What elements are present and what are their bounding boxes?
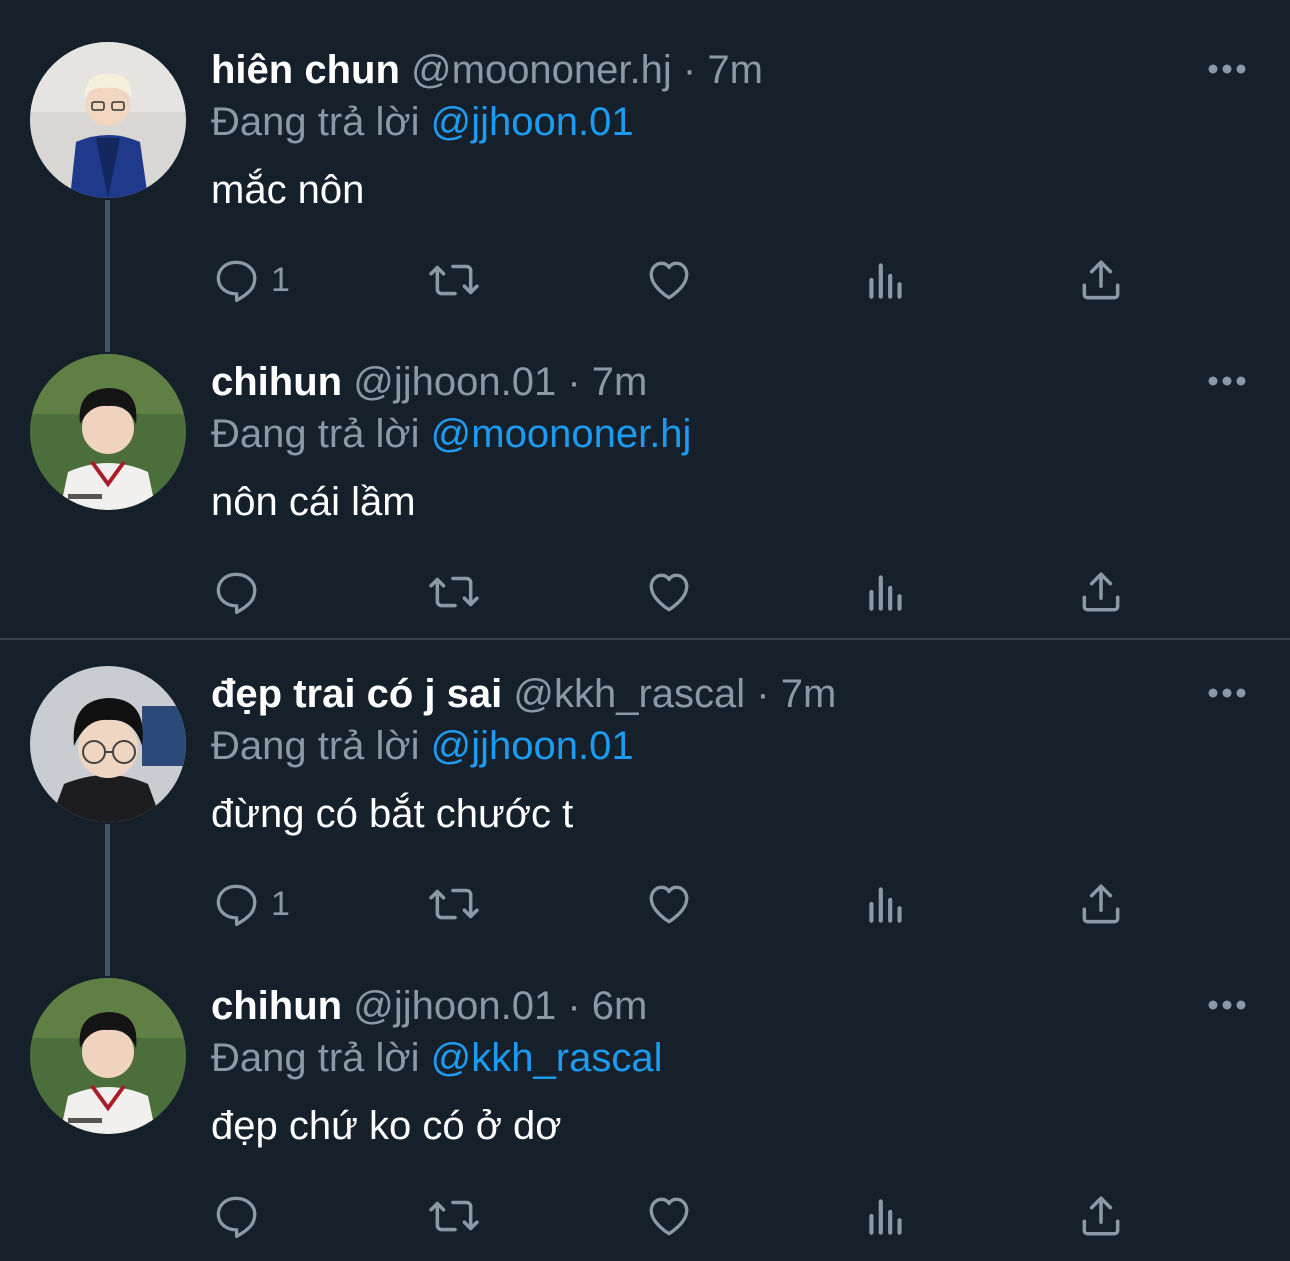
replying-label: Đang trả lời — [211, 724, 420, 768]
like-button[interactable] — [644, 1186, 694, 1246]
display-name[interactable]: chihun — [211, 360, 342, 404]
tweet-text: đẹp chứ ko có ở dơ — [211, 1104, 562, 1148]
avatar[interactable] — [30, 354, 186, 510]
action-bar — [211, 1186, 1211, 1246]
reply-button[interactable]: 1 — [211, 250, 290, 310]
separator-dot: · — [682, 48, 697, 92]
reply-thread-feed: hiên chun @moononer.hj · 7m Đang trả lời… — [0, 0, 1290, 1261]
timestamp[interactable]: 7m — [592, 360, 648, 404]
retweet-icon — [429, 1200, 479, 1232]
tweet[interactable]: hiên chun @moononer.hj · 7m Đang trả lời… — [0, 0, 1290, 352]
separator-dot: · — [756, 672, 770, 716]
display-name[interactable]: chihun — [211, 984, 342, 1028]
views-button[interactable] — [861, 250, 911, 310]
heart-icon — [649, 573, 689, 612]
share-button[interactable] — [1076, 1186, 1126, 1246]
views-button[interactable] — [861, 1186, 911, 1246]
like-button[interactable] — [644, 250, 694, 310]
avatar[interactable] — [30, 666, 186, 822]
action-bar — [211, 562, 1211, 622]
more-options-button[interactable] — [1204, 678, 1250, 708]
replying-label: Đang trả lời — [211, 100, 420, 144]
tweet[interactable]: đẹp trai có j sai @kkh_rascal · 7m Đang … — [0, 624, 1290, 976]
user-handle[interactable]: @jjhoon.01 — [353, 984, 556, 1028]
mention-link[interactable]: @jjhoon.01 — [431, 100, 634, 144]
heart-icon — [649, 885, 689, 924]
timestamp[interactable]: 7m — [781, 672, 837, 716]
views-chart-icon — [869, 575, 902, 611]
more-options-button[interactable] — [1204, 54, 1250, 84]
replying-to-line: Đang trả lời @kkh_rascal — [211, 1032, 662, 1084]
like-button[interactable] — [644, 562, 694, 622]
action-bar: 1 — [211, 874, 1211, 934]
share-button[interactable] — [1076, 562, 1126, 622]
reply-button[interactable] — [211, 562, 271, 622]
views-button[interactable] — [861, 874, 911, 934]
mention-link[interactable]: @moononer.hj — [431, 412, 692, 456]
action-bar: 1 — [211, 250, 1211, 310]
share-button[interactable] — [1076, 250, 1126, 310]
retweet-icon — [429, 888, 479, 920]
reply-icon — [216, 260, 257, 303]
reply-button[interactable]: 1 — [211, 874, 290, 934]
tweet[interactable]: chihun @jjhoon.01 · 7m Đang trả lời @moo… — [0, 312, 1290, 624]
retweet-button[interactable] — [426, 874, 482, 934]
replying-label: Đang trả lời — [211, 412, 420, 456]
more-options-button[interactable] — [1204, 366, 1250, 396]
avatar[interactable] — [30, 978, 186, 1134]
tweet-header: chihun @jjhoon.01 · 7m — [211, 356, 647, 408]
tweet-header: đẹp trai có j sai @kkh_rascal · 7m — [211, 668, 836, 720]
display-name[interactable]: hiên chun — [211, 48, 400, 92]
retweet-button[interactable] — [426, 250, 482, 310]
reply-icon — [216, 884, 257, 927]
heart-icon — [649, 1197, 689, 1236]
views-chart-icon — [869, 887, 902, 923]
views-button[interactable] — [861, 562, 911, 622]
reply-icon — [216, 572, 257, 615]
display-name[interactable]: đẹp trai có j sai — [211, 672, 502, 716]
separator-dot: · — [567, 984, 581, 1028]
mention-link[interactable]: @kkh_rascal — [431, 1036, 663, 1080]
user-handle[interactable]: @kkh_rascal — [513, 672, 745, 716]
retweet-button[interactable] — [426, 1186, 482, 1246]
more-options-button[interactable] — [1204, 990, 1250, 1020]
tweet[interactable]: chihun @jjhoon.01 · 6m Đang trả lời @kkh… — [0, 936, 1290, 1248]
more-dots-icon — [1208, 688, 1246, 698]
heart-icon — [649, 261, 689, 300]
reply-button[interactable] — [211, 1186, 271, 1246]
share-icon — [1082, 260, 1120, 300]
user-handle[interactable]: @jjhoon.01 — [353, 360, 556, 404]
replying-to-line: Đang trả lời @moononer.hj — [211, 408, 691, 460]
share-button[interactable] — [1076, 874, 1126, 934]
views-chart-icon — [869, 263, 902, 299]
mention-link[interactable]: @jjhoon.01 — [431, 724, 634, 768]
more-dots-icon — [1208, 376, 1246, 386]
replying-label: Đang trả lời — [211, 1036, 420, 1080]
user-handle[interactable]: @moononer.hj — [411, 48, 672, 92]
reply-icon — [216, 1196, 257, 1239]
more-dots-icon — [1208, 64, 1246, 74]
timestamp[interactable]: 7m — [707, 48, 763, 92]
tweet-header: chihun @jjhoon.01 · 6m — [211, 980, 647, 1032]
like-button[interactable] — [644, 874, 694, 934]
share-icon — [1082, 572, 1120, 612]
reply-count: 1 — [271, 884, 290, 923]
timestamp[interactable]: 6m — [592, 984, 648, 1028]
more-dots-icon — [1208, 1000, 1246, 1010]
views-chart-icon — [869, 1199, 902, 1235]
tweet-text: mắc nôn — [211, 168, 365, 212]
tweet-header: hiên chun @moononer.hj · 7m — [211, 44, 763, 96]
tweet-text: đừng có bắt chước t — [211, 792, 574, 836]
retweet-button[interactable] — [426, 562, 482, 622]
share-icon — [1082, 884, 1120, 924]
reply-count: 1 — [271, 260, 290, 299]
share-icon — [1082, 1196, 1120, 1236]
retweet-icon — [429, 264, 479, 296]
avatar[interactable] — [30, 42, 186, 198]
replying-to-line: Đang trả lời @jjhoon.01 — [211, 96, 634, 148]
retweet-icon — [429, 576, 479, 608]
separator-dot: · — [567, 360, 581, 404]
tweet-text: nôn cái lầm — [211, 480, 416, 524]
replying-to-line: Đang trả lời @jjhoon.01 — [211, 720, 634, 772]
